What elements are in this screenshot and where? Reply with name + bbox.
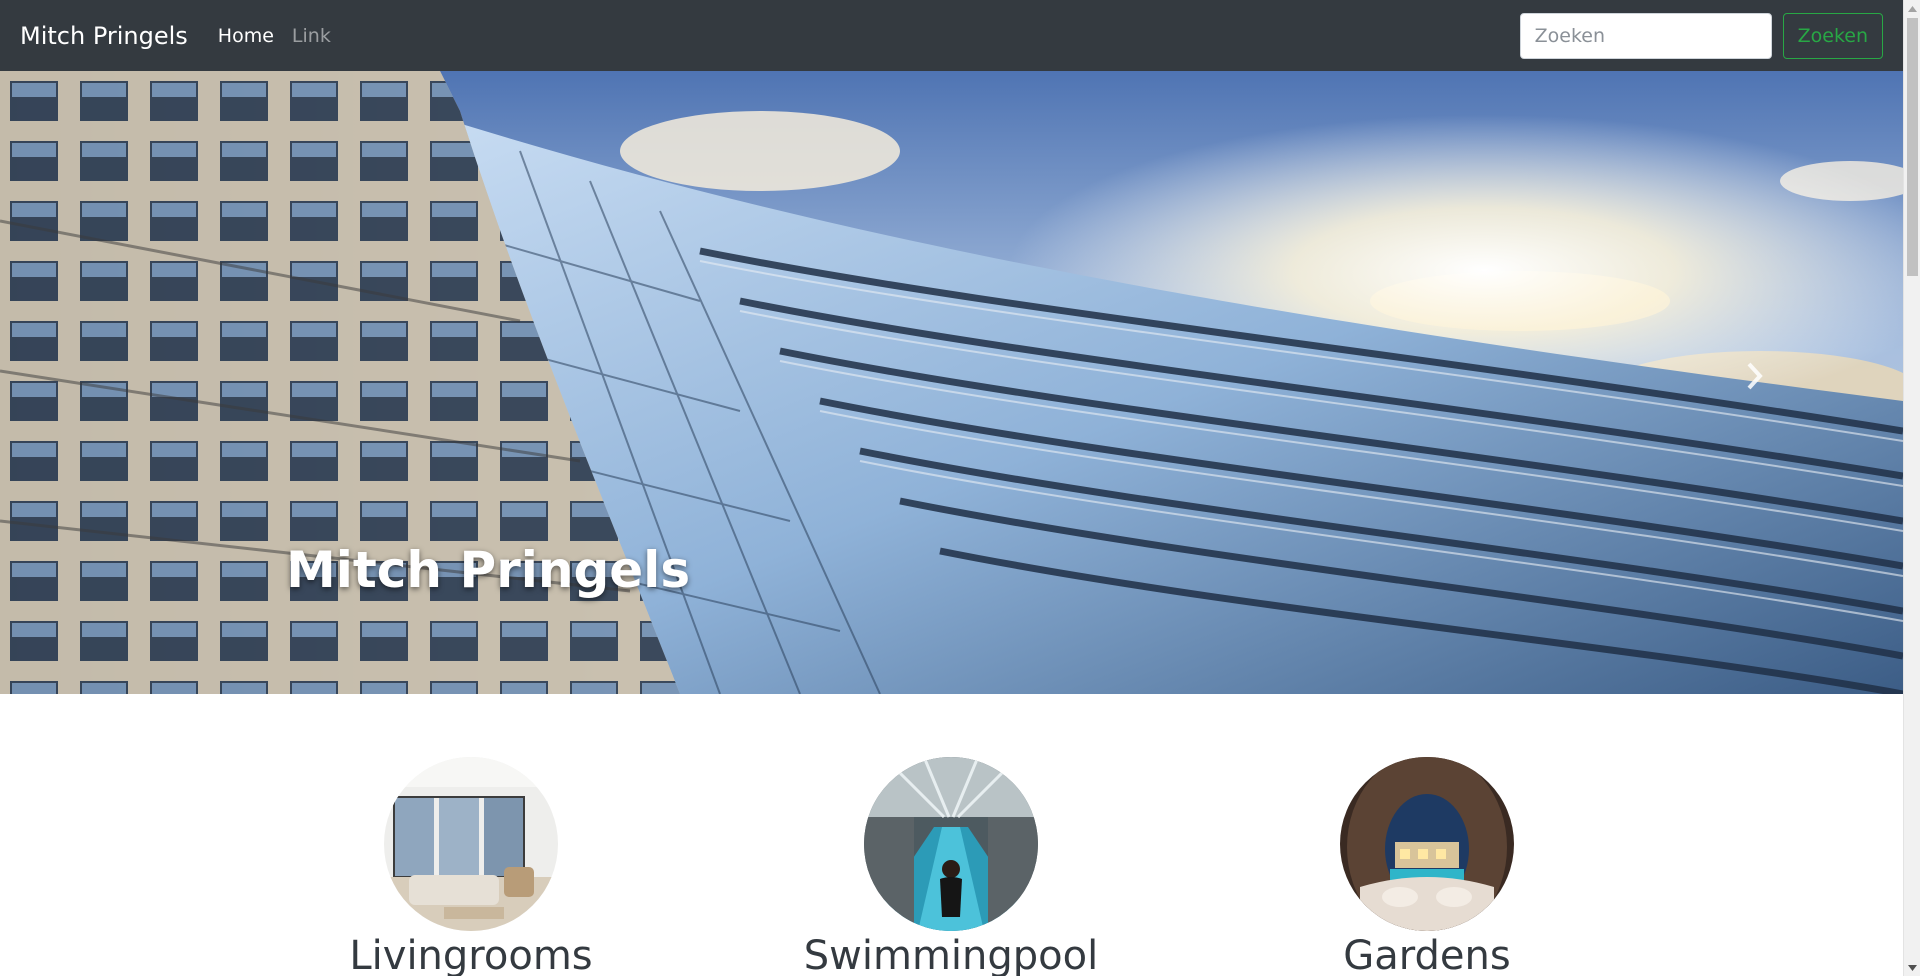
- feature-gardens: Gardens: [1247, 757, 1607, 976]
- feature-title-gardens: Gardens: [1343, 933, 1511, 976]
- nav-link-link[interactable]: Link: [292, 25, 331, 47]
- navbar: Mitch Pringels Home Link Zoeken: [0, 0, 1903, 71]
- carousel-next-button[interactable]: [1738, 351, 1772, 401]
- scroll-thumb[interactable]: [1907, 18, 1918, 276]
- scroll-up-arrow[interactable]: [1904, 0, 1920, 17]
- feature-swimmingpool: Swimmingpool: [771, 757, 1131, 976]
- page-scrollbar[interactable]: [1903, 0, 1920, 976]
- chevron-right-icon: [1747, 362, 1763, 390]
- feature-title-livingrooms: Livingrooms: [349, 933, 593, 976]
- livingroom-image: [384, 757, 558, 931]
- search-input[interactable]: [1519, 12, 1772, 59]
- feature-livingrooms: Livingrooms: [291, 757, 651, 976]
- swimmingpool-image: [864, 757, 1038, 931]
- brand-link[interactable]: Mitch Pringels: [20, 22, 188, 50]
- hero-carousel: Mitch Pringels: [0, 71, 1903, 694]
- hero-image: [0, 71, 1903, 694]
- features-section: Livingrooms Swimmingpool Gardens: [0, 694, 1903, 976]
- carousel-caption: Mitch Pringels: [286, 541, 691, 599]
- search-button[interactable]: Zoeken: [1782, 12, 1883, 59]
- feature-title-swimmingpool: Swimmingpool: [803, 933, 1099, 976]
- page: Mitch Pringels Home Link Zoeken Zoeken M…: [0, 0, 1903, 976]
- garden-image: [1340, 757, 1514, 931]
- scroll-down-arrow[interactable]: [1904, 959, 1920, 976]
- nav-link-home[interactable]: Home: [218, 25, 274, 47]
- caret-up-icon: [1908, 5, 1917, 12]
- caret-down-icon: [1908, 964, 1917, 971]
